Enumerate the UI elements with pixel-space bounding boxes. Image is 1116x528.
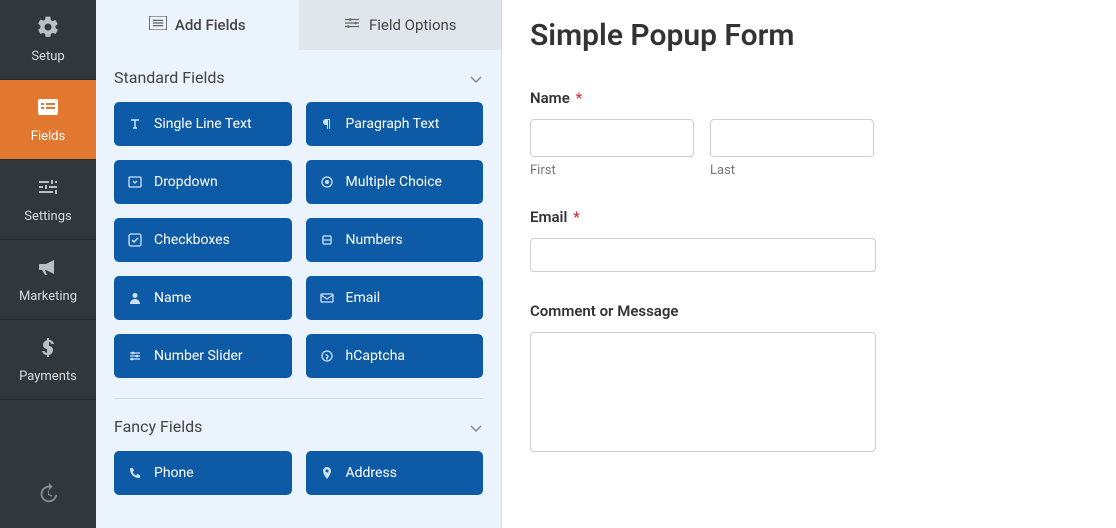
field-phone[interactable]: Phone <box>114 451 292 495</box>
dollar-icon <box>36 335 60 363</box>
group-fancy-head[interactable]: Fancy Fields <box>114 417 483 451</box>
nav-marketing-label: Marketing <box>19 289 77 304</box>
nav-marketing[interactable]: Marketing <box>0 240 96 320</box>
nav-setup-label: Setup <box>31 49 64 64</box>
required-marker: * <box>573 208 580 226</box>
panel-tabs: Add Fields Field Options <box>96 0 501 50</box>
field-single-line-text[interactable]: Single Line Text <box>114 102 292 146</box>
first-name-input[interactable] <box>530 119 694 157</box>
first-sublabel: First <box>530 163 694 178</box>
comment-label: Comment or Message <box>530 302 1094 320</box>
nav-setup[interactable]: Setup <box>0 0 96 80</box>
field-hcaptcha[interactable]: hCaptcha <box>306 334 484 378</box>
field-checkboxes[interactable]: Checkboxes <box>114 218 292 262</box>
list-icon <box>149 16 167 34</box>
form-preview: Simple Popup Form Name * First Last Emai… <box>502 0 1116 528</box>
field-number-slider[interactable]: Number Slider <box>114 334 292 378</box>
nav-history[interactable] <box>0 464 96 528</box>
field-dropdown[interactable]: Dropdown <box>114 160 292 204</box>
gear-icon <box>36 15 60 43</box>
group-standard-head[interactable]: Standard Fields <box>114 68 483 102</box>
chevron-down-icon <box>469 420 483 434</box>
field-address[interactable]: Address <box>306 451 484 495</box>
tab-options-label: Field Options <box>369 16 457 34</box>
sliders-icon <box>343 16 361 34</box>
nav-fields-label: Fields <box>31 129 65 144</box>
nav-settings-label: Settings <box>24 209 71 224</box>
tab-add-label: Add Fields <box>175 16 246 34</box>
fields-panel: Add Fields Field Options Standard Fields… <box>96 0 502 528</box>
group-standard: Standard Fields Single Line Text Paragra… <box>96 50 501 394</box>
nav-payments[interactable]: Payments <box>0 320 96 400</box>
group-fancy: Fancy Fields Phone Address <box>96 399 501 511</box>
field-name[interactable]: Name <box>114 276 292 320</box>
field-multiple-choice[interactable]: Multiple Choice <box>306 160 484 204</box>
form-title: Simple Popup Form <box>530 18 1094 53</box>
bullhorn-icon <box>36 255 60 283</box>
field-paragraph-text[interactable]: Paragraph Text <box>306 102 484 146</box>
email-input[interactable] <box>530 238 876 272</box>
required-marker: * <box>576 89 583 107</box>
field-name-wrap: Name * First Last <box>530 89 1094 178</box>
name-label: Name * <box>530 89 1094 107</box>
nav-settings[interactable]: Settings <box>0 160 96 240</box>
nav-payments-label: Payments <box>19 369 77 384</box>
group-fancy-title: Fancy Fields <box>114 417 202 436</box>
field-numbers[interactable]: Numbers <box>306 218 484 262</box>
group-standard-title: Standard Fields <box>114 68 225 87</box>
list-icon <box>36 95 60 123</box>
field-comment-wrap: Comment or Message <box>530 302 1094 456</box>
left-nav: Setup Fields Settings Marketing Payments <box>0 0 96 528</box>
nav-fields[interactable]: Fields <box>0 80 96 160</box>
sliders-icon <box>36 175 60 203</box>
comment-textarea[interactable] <box>530 332 876 452</box>
chevron-down-icon <box>469 71 483 85</box>
field-email[interactable]: Email <box>306 276 484 320</box>
last-name-input[interactable] <box>710 119 874 157</box>
tab-add-fields[interactable]: Add Fields <box>96 0 299 50</box>
last-sublabel: Last <box>710 163 874 178</box>
email-label: Email * <box>530 208 1094 226</box>
history-icon <box>37 483 59 509</box>
field-email-wrap: Email * <box>530 208 1094 272</box>
tab-field-options[interactable]: Field Options <box>299 0 502 50</box>
